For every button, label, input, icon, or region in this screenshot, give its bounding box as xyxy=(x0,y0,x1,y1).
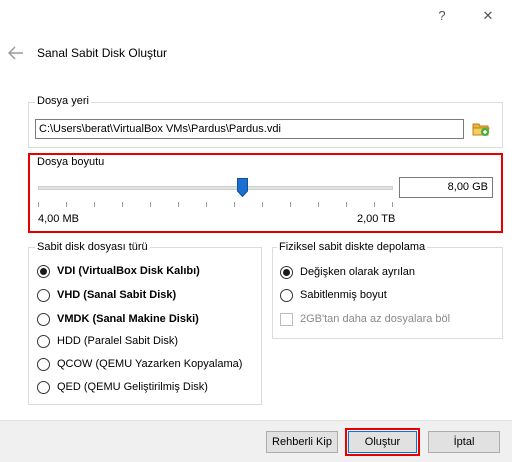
folder-picker-icon[interactable] xyxy=(471,119,491,139)
help-button[interactable]: ? xyxy=(432,6,452,26)
file-path-input[interactable]: C:\Users\berat\VirtualBox VMs\Pardus\Par… xyxy=(35,119,464,139)
radio-button-checked[interactable] xyxy=(280,265,293,279)
cancel-button[interactable]: İptal xyxy=(428,431,500,453)
create-button[interactable]: Oluştur xyxy=(348,431,417,453)
page-title: Sanal Sabit Disk Oluştur xyxy=(37,46,168,60)
split-files-checkbox xyxy=(280,312,293,326)
radio-qcow[interactable]: QCOW (QEMU Yazarken Kopyalama) xyxy=(37,356,242,372)
radio-qed[interactable]: QED (QEMU Geliştirilmiş Disk) xyxy=(37,379,208,395)
radio-label: VDI (VirtualBox Disk Kalıbı) xyxy=(57,265,200,277)
radio-hdd[interactable]: HDD (Paralel Sabit Disk) xyxy=(37,333,178,349)
radio-button[interactable] xyxy=(37,334,50,348)
radio-button[interactable] xyxy=(37,312,50,326)
radio-button[interactable] xyxy=(37,288,50,302)
title-bar: ? ✕ xyxy=(0,0,512,32)
radio-label: Değişken olarak ayrılan xyxy=(300,266,415,278)
radio-button[interactable] xyxy=(37,357,50,371)
file-size-slider-track[interactable] xyxy=(38,186,393,190)
slider-ticks xyxy=(38,199,393,207)
disk-type-legend: Sabit disk dosyası türü xyxy=(35,241,150,253)
file-size-input[interactable]: 8,00 GB xyxy=(399,177,493,198)
split-files-checkbox-row: 2GB'tan daha az dosyalara böl xyxy=(280,311,450,327)
storage-legend: Fiziksel sabit diskte depolama xyxy=(277,241,428,253)
radio-label: Sabitlenmiş boyut xyxy=(300,289,387,301)
split-files-label: 2GB'tan daha az dosyalara böl xyxy=(300,313,451,325)
slider-min-label: 4,00 MB xyxy=(38,213,79,225)
radio-label: QCOW (QEMU Yazarken Kopyalama) xyxy=(57,358,243,370)
radio-label: HDD (Paralel Sabit Disk) xyxy=(57,335,179,347)
radio-fixed[interactable]: Sabitlenmiş boyut xyxy=(280,287,387,303)
radio-vhd[interactable]: VHD (Sanal Sabit Disk) xyxy=(37,287,176,303)
radio-label: QED (QEMU Geliştirilmiş Disk) xyxy=(57,381,208,393)
radio-button-checked[interactable] xyxy=(37,264,50,278)
back-arrow-icon[interactable] xyxy=(7,46,24,60)
file-size-legend: Dosya boyutu xyxy=(35,156,107,168)
radio-button[interactable] xyxy=(37,380,50,394)
guided-mode-button[interactable]: Rehberli Kip xyxy=(266,431,338,453)
radio-label: VMDK (Sanal Makine Diski) xyxy=(57,313,199,325)
radio-button[interactable] xyxy=(280,288,293,302)
radio-vdi[interactable]: VDI (VirtualBox Disk Kalıbı) xyxy=(37,263,200,279)
radio-dynamic[interactable]: Değişken olarak ayrılan xyxy=(280,264,415,280)
radio-label: VHD (Sanal Sabit Disk) xyxy=(57,289,177,301)
radio-vmdk[interactable]: VMDK (Sanal Makine Diski) xyxy=(37,311,199,327)
file-size-slider-thumb[interactable] xyxy=(237,178,248,198)
file-location-legend: Dosya yeri xyxy=(35,95,91,107)
slider-max-label: 2,00 TB xyxy=(357,213,396,225)
close-button[interactable]: ✕ xyxy=(478,6,498,26)
